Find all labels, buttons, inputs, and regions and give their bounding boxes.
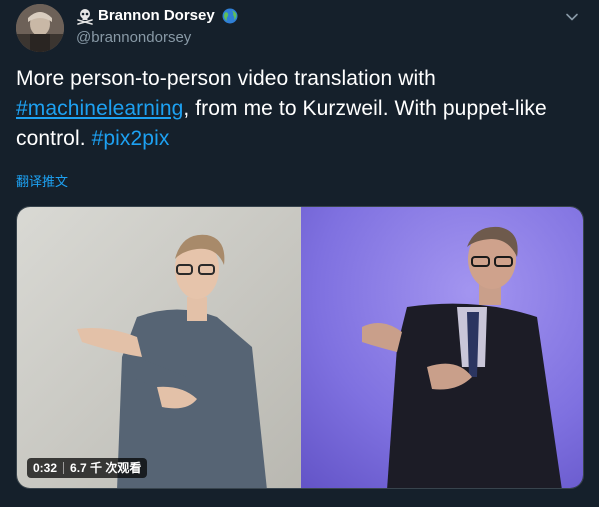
chevron-down-icon[interactable] xyxy=(561,6,583,28)
video-duration: 0:32 xyxy=(33,461,58,475)
globe-icon xyxy=(221,7,239,25)
video-stats-badge: 0:32 6.7 千 次观看 xyxy=(27,458,148,478)
hashtag-link[interactable]: #pix2pix xyxy=(92,127,170,150)
video-frame xyxy=(17,207,583,488)
video-player[interactable]: 0:32 6.7 千 次观看 xyxy=(16,206,584,489)
tweet-text-part: More person-to-person video translation … xyxy=(16,67,436,90)
tweet: Brannon Dorsey @brannondorsey More perso… xyxy=(0,0,599,507)
avatar[interactable] xyxy=(16,4,64,52)
hashtag-link[interactable]: #machinelearning xyxy=(16,97,183,120)
tweet-text: More person-to-person video translation … xyxy=(16,64,586,154)
video-view-count: 6.7 千 次观看 xyxy=(70,461,142,475)
author-display-name[interactable]: Brannon Dorsey xyxy=(98,6,215,26)
author-name-row[interactable]: Brannon Dorsey xyxy=(76,6,239,26)
skull-crossbones-icon xyxy=(76,7,94,25)
translate-tweet-link[interactable]: 翻译推文 xyxy=(16,174,68,190)
author-handle[interactable]: @brannondorsey xyxy=(76,28,191,48)
